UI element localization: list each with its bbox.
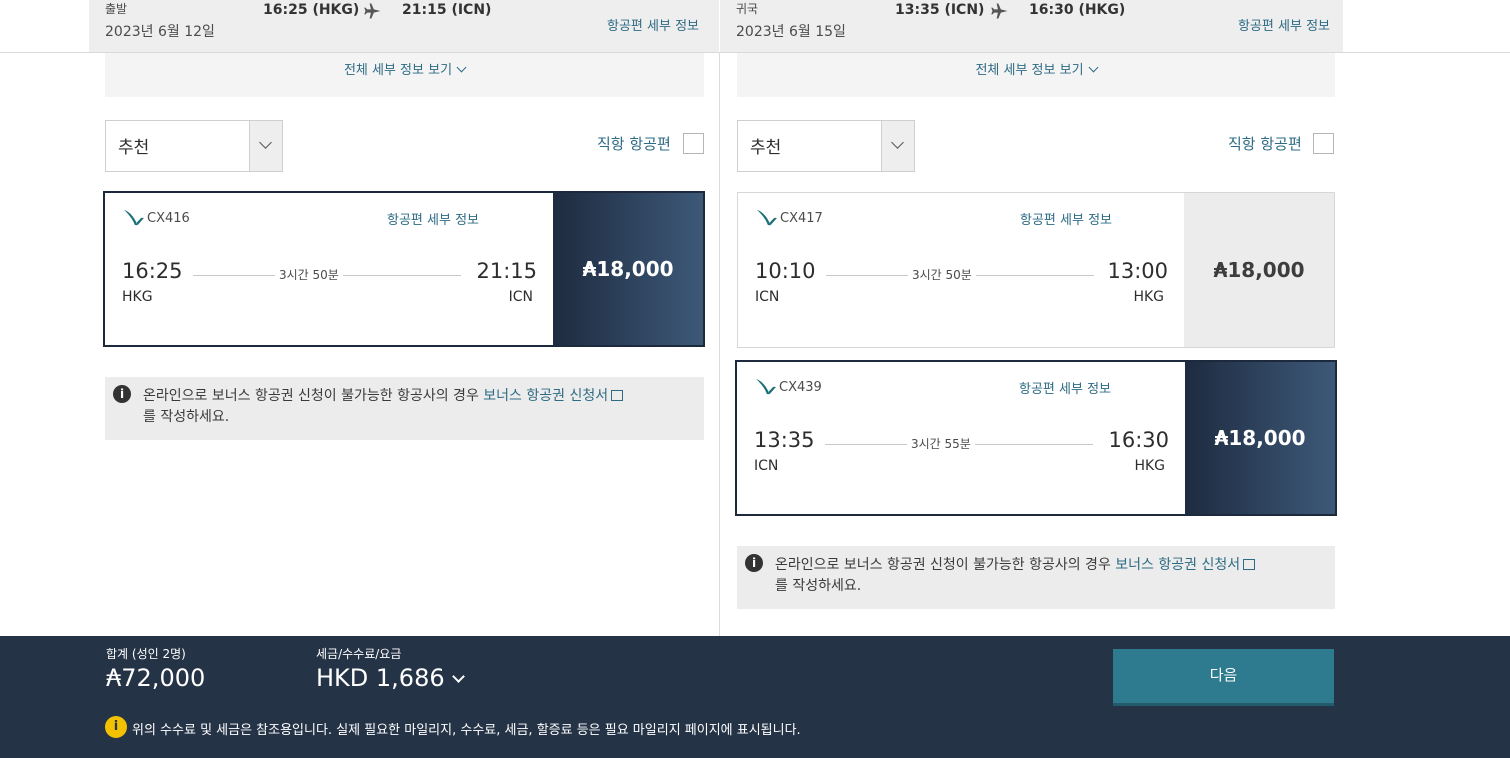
chevron-down-icon [891, 136, 904, 149]
info-icon: i [113, 385, 131, 403]
inbound-sort-select[interactable]: 추천 [737, 120, 915, 172]
outbound-label: 출발 [105, 2, 128, 16]
inbound-nonstop-checkbox[interactable] [1313, 133, 1334, 154]
notice-tail: 를 작성하세요. [143, 409, 230, 425]
inbound-expand-label: 전체 세부 정보 보기 [975, 63, 1084, 78]
arrival-time: 16:30 [1108, 428, 1169, 452]
arrival-airport: HKG [1134, 458, 1165, 474]
inbound-nonstop-label: 직항 항공편 [1228, 135, 1302, 153]
booking-footer: 합계 (성인 2명) ₳72,000 세금/수수료/요금 HKD 1,686 다… [0, 636, 1510, 758]
chevron-down-icon [259, 136, 272, 149]
inbound-arrival: 16:30 (HKG) [1029, 2, 1126, 18]
inbound-departure: 13:35 (ICN) [895, 2, 985, 18]
inbound-summary: 귀국 2023년 6월 15일 13:35 (ICN) 16:30 (HKG) … [720, 0, 1343, 52]
notice-body: 온라인으로 보너스 항공권 신청이 불가능한 항공사의 경우 [775, 557, 1116, 573]
flight-card-cx417[interactable]: CX417 항공편 세부 정보 10:10 ICN 3시간 50분 13:00 … [737, 192, 1335, 348]
inbound-sort-toggle[interactable] [881, 121, 914, 171]
total-label: 합계 (성인 2명) [106, 647, 186, 661]
inbound-bonus-notice: i 온라인으로 보너스 항공권 신청이 불가능한 항공사의 경우 보너스 항공권… [737, 546, 1335, 609]
outbound-arrival: 21:15 (ICN) [402, 2, 492, 18]
outbound-date: 2023년 6월 12일 [105, 24, 215, 40]
outbound-summary: 출발 2023년 6월 12일 16:25 (HKG) 21:15 (ICN) … [89, 0, 719, 52]
cathay-logo-icon [756, 378, 776, 395]
column-divider [719, 53, 720, 636]
notice-text: 온라인으로 보너스 항공권 신청이 불가능한 항공사의 경우 보너스 항공권 신… [775, 555, 1335, 597]
flight-duration: 3시간 55분 [907, 435, 975, 452]
inbound-expand-details[interactable]: 전체 세부 정보 보기 [737, 53, 1335, 97]
inbound-label: 귀국 [736, 2, 759, 16]
outbound-nonstop-label: 직항 항공편 [597, 135, 671, 153]
arrival-airport: ICN [508, 289, 533, 305]
departure-time: 10:10 [755, 259, 816, 283]
next-button[interactable]: 다음 [1113, 649, 1334, 706]
outbound-expand-label: 전체 세부 정보 보기 [343, 63, 453, 78]
arrival-airport: HKG [1133, 289, 1164, 305]
inbound-date: 2023년 6월 15일 [736, 24, 846, 40]
outbound-sort-select[interactable]: 추천 [105, 120, 283, 172]
outbound-bonus-notice: i 온라인으로 보너스 항공권 신청이 불가능한 항공사의 경우 보너스 항공권… [105, 377, 704, 440]
external-link-icon [1243, 559, 1256, 570]
departure-time: 13:35 [754, 428, 815, 452]
arrival-time: 21:15 [476, 259, 537, 283]
cathay-logo-icon [757, 209, 777, 226]
flight-duration: 3시간 50분 [275, 266, 343, 283]
fee-disclaimer: 위의 수수료 및 세금은 참조용입니다. 실제 필요한 마일리지, 수수료, 세… [132, 723, 801, 738]
inbound-flight-details-link[interactable]: 항공편 세부 정보 [1238, 15, 1330, 34]
flight-details-link[interactable]: 항공편 세부 정보 [1019, 378, 1111, 397]
tax-label: 세금/수수료/요금 [316, 647, 402, 661]
info-icon: i [105, 716, 127, 738]
plane-icon [364, 3, 381, 19]
flight-card-cx416[interactable]: CX416 항공편 세부 정보 16:25 HKG 3시간 50분 21:15 … [103, 191, 705, 347]
total-value: ₳72,000 [106, 664, 206, 692]
chevron-down-icon [456, 62, 467, 73]
flight-price[interactable]: ₳18,000 [1184, 193, 1334, 347]
cathay-logo-icon [124, 209, 144, 226]
notice-body: 온라인으로 보너스 항공권 신청이 불가능한 항공사의 경우 [143, 388, 484, 404]
flight-number: CX439 [779, 380, 822, 395]
external-link-icon [611, 390, 624, 401]
departure-airport: ICN [755, 289, 780, 305]
notice-tail: 를 작성하세요. [775, 578, 862, 594]
flight-price[interactable]: ₳18,000 [553, 193, 703, 345]
flight-number: CX417 [780, 211, 823, 226]
outbound-departure: 16:25 (HKG) [263, 2, 360, 18]
outbound-expand-details[interactable]: 전체 세부 정보 보기 [105, 53, 704, 97]
departure-time: 16:25 [122, 259, 183, 283]
plane-icon [991, 3, 1008, 19]
flight-details-link[interactable]: 항공편 세부 정보 [1020, 209, 1112, 228]
flight-duration: 3시간 50분 [908, 266, 976, 283]
outbound-nonstop-checkbox[interactable] [683, 133, 704, 154]
flight-details-link[interactable]: 항공편 세부 정보 [387, 209, 479, 228]
bonus-application-link[interactable]: 보너스 항공권 신청서 [483, 388, 608, 404]
bonus-application-link[interactable]: 보너스 항공권 신청서 [1115, 557, 1240, 573]
flight-price[interactable]: ₳18,000 [1185, 362, 1335, 514]
tax-value: HKD 1,686 [316, 664, 445, 692]
outbound-sort-toggle[interactable] [249, 121, 282, 171]
chevron-down-icon [451, 670, 465, 683]
outbound-sort-value: 추천 [118, 138, 150, 158]
chevron-down-icon [1088, 62, 1098, 73]
flight-number: CX416 [147, 211, 190, 226]
flight-summary-bar: 출발 2023년 6월 12일 16:25 (HKG) 21:15 (ICN) … [0, 0, 1510, 53]
departure-airport: HKG [122, 289, 153, 305]
info-icon: i [745, 554, 763, 572]
tax-toggle[interactable]: HKD 1,686 [316, 664, 465, 692]
departure-airport: ICN [754, 458, 779, 474]
notice-text: 온라인으로 보너스 항공권 신청이 불가능한 항공사의 경우 보너스 항공권 신… [143, 386, 703, 428]
arrival-time: 13:00 [1107, 259, 1168, 283]
outbound-flight-details-link[interactable]: 항공편 세부 정보 [607, 15, 699, 34]
flight-card-cx439[interactable]: CX439 항공편 세부 정보 13:35 ICN 3시간 55분 16:30 … [735, 360, 1337, 516]
inbound-sort-value: 추천 [750, 138, 782, 158]
